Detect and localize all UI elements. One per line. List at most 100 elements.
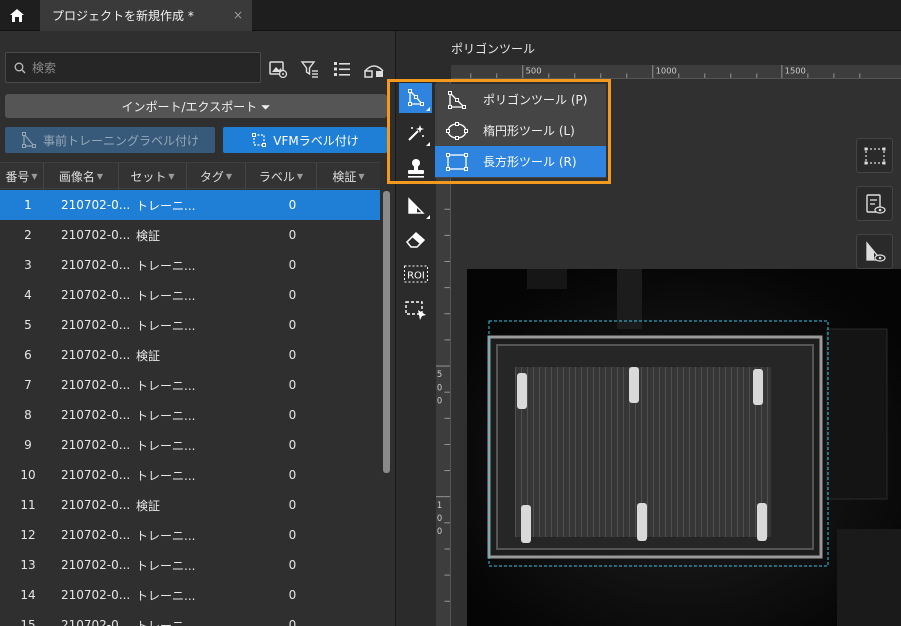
label-display-button[interactable] xyxy=(363,58,385,80)
home-button[interactable] xyxy=(0,0,34,31)
table-row[interactable]: 11 210702-0... 検証 0 xyxy=(0,490,380,520)
rectangle-tool-menu-item[interactable]: 長方形ツール (R) xyxy=(435,146,606,177)
ruler-label: 1 xyxy=(437,500,442,510)
row-set: トレーニ... xyxy=(136,198,196,213)
row-image-name: 210702-0... xyxy=(61,468,131,482)
pre-training-label-button[interactable]: 事前トレーニングラベル付け xyxy=(5,127,215,153)
row-label-count: 0 xyxy=(288,558,297,572)
table-row[interactable]: 1 210702-0... トレーニ... 0 xyxy=(0,190,380,220)
row-image-name: 210702-0... xyxy=(61,618,131,626)
sort-arrow-icon: ▼ xyxy=(168,172,175,181)
row-image-name: 210702-0... xyxy=(61,288,131,302)
row-set: トレーニ... xyxy=(136,618,196,626)
vfm-label-button[interactable]: VFMラベル付け xyxy=(223,127,387,153)
roi-icon: ROI xyxy=(403,265,428,283)
rectangle-icon xyxy=(446,152,468,171)
eraser-tool-button[interactable] xyxy=(399,224,432,254)
column-header-verification[interactable]: 検証 ▼ xyxy=(317,163,380,190)
show-annotation-button[interactable] xyxy=(856,138,893,173)
search-box[interactable] xyxy=(5,52,261,83)
table-row[interactable]: 7 210702-0... トレーニ... 0 xyxy=(0,370,380,400)
row-image-name: 210702-0... xyxy=(61,588,131,602)
table-row[interactable]: 5 210702-0... トレーニ... 0 xyxy=(0,310,380,340)
row-label-count: 0 xyxy=(288,408,297,422)
row-set: トレーニ... xyxy=(136,468,196,483)
column-header-set[interactable]: セット ▼ xyxy=(119,163,187,190)
table-row[interactable]: 6 210702-0... 検証 0 xyxy=(0,340,380,370)
sort-arrow-icon: ▼ xyxy=(31,172,38,181)
ruler-label: 1000 xyxy=(656,65,677,75)
ruler-label: 0 xyxy=(437,526,442,536)
row-number: 9 xyxy=(24,438,32,452)
eraser-icon xyxy=(405,231,425,248)
row-set: トレーニ... xyxy=(136,438,196,453)
close-tab-icon[interactable]: × xyxy=(233,8,243,22)
column-label: セット xyxy=(130,170,167,184)
table-row[interactable]: 10 210702-0... トレーニ... 0 xyxy=(0,460,380,490)
select-region-icon xyxy=(404,301,426,320)
row-number: 7 xyxy=(24,378,32,392)
row-label-count: 0 xyxy=(288,468,297,482)
polygon-tool-menu-item[interactable]: ポリゴンツール (P) xyxy=(435,84,606,115)
pre-training-label-text: 事前トレーニングラベル付け xyxy=(42,133,199,148)
ellipse-tool-menu-item[interactable]: 楕円形ツール (L) xyxy=(435,115,606,146)
view-checklist-button[interactable] xyxy=(856,186,893,221)
row-number: 14 xyxy=(20,588,36,602)
table-row[interactable]: 12 210702-0... トレーニ... 0 xyxy=(0,520,380,550)
table-row[interactable]: 13 210702-0... トレーニ... 0 xyxy=(0,550,380,580)
row-label-count: 0 xyxy=(288,618,297,626)
row-image-name: 210702-0... xyxy=(61,558,131,572)
filter-button[interactable] xyxy=(299,58,321,80)
submenu-indicator-icon xyxy=(426,215,430,219)
project-tab[interactable]: プロジェクトを新規作成 * × xyxy=(40,0,252,31)
home-icon xyxy=(10,9,24,22)
column-header-label[interactable]: ラベル ▼ xyxy=(246,163,317,190)
row-set: トレーニ... xyxy=(136,288,196,303)
table-row[interactable]: 14 210702-0... トレーニ... 0 xyxy=(0,580,380,610)
row-set: トレーニ... xyxy=(136,558,196,573)
filter-icon xyxy=(300,61,318,78)
table-scrollbar[interactable] xyxy=(383,191,390,473)
search-icon xyxy=(14,62,26,73)
row-set: 検証 xyxy=(136,228,161,243)
table-row[interactable]: 2 210702-0... 検証 0 xyxy=(0,220,380,250)
row-set: 検証 xyxy=(136,348,161,363)
import-export-button[interactable]: インポート/エクスポート ⏷ xyxy=(5,94,387,118)
polygon-icon xyxy=(448,90,466,109)
checklist-eye-icon xyxy=(865,193,886,214)
row-number: 6 xyxy=(24,348,32,362)
row-image-name: 210702-0... xyxy=(61,348,131,362)
row-set: トレーニ... xyxy=(136,378,196,393)
select-tool-button[interactable] xyxy=(399,294,432,324)
column-header-tag[interactable]: タグ ▼ xyxy=(187,163,246,190)
list-view-button[interactable] xyxy=(331,58,353,80)
column-header-number[interactable]: 番号 ▼ xyxy=(0,163,44,190)
view-mask-button[interactable] xyxy=(856,234,893,269)
table-row[interactable]: 15 210702-0... トレーニ... 0 xyxy=(0,610,380,626)
image-settings-button[interactable] xyxy=(267,58,289,80)
table-row[interactable]: 8 210702-0... トレーニ... 0 xyxy=(0,400,380,430)
auto-label-tool-button[interactable] xyxy=(399,191,432,221)
polygon-label-icon xyxy=(21,132,36,148)
image-list-panel: インポート/エクスポート ⏷ 事前トレーニングラベル付け VFMラベル付け 番号… xyxy=(0,31,395,626)
list-icon xyxy=(334,62,350,76)
search-input[interactable] xyxy=(32,60,252,75)
row-number: 5 xyxy=(24,318,32,332)
row-set: 検証 xyxy=(136,498,161,513)
roi-tool-button[interactable]: ROI xyxy=(399,259,432,289)
mask-eye-icon xyxy=(865,240,886,262)
roi-tool-label: ROI xyxy=(407,271,425,282)
row-number: 13 xyxy=(20,558,36,572)
ellipse-tool-label: 楕円形ツール (L) xyxy=(483,124,575,138)
row-image-name: 210702-0... xyxy=(61,528,131,542)
column-header-image-name[interactable]: 画像名 ▼ xyxy=(44,163,119,190)
ellipse-icon xyxy=(446,121,468,140)
row-label-count: 0 xyxy=(288,588,297,602)
row-label-count: 0 xyxy=(288,498,297,512)
row-set: トレーニ... xyxy=(136,408,196,423)
table-row[interactable]: 9 210702-0... トレーニ... 0 xyxy=(0,430,380,460)
row-number: 11 xyxy=(20,498,36,512)
row-image-name: 210702-0... xyxy=(61,378,131,392)
table-row[interactable]: 3 210702-0... トレーニ... 0 xyxy=(0,250,380,280)
table-row[interactable]: 4 210702-0... トレーニ... 0 xyxy=(0,280,380,310)
